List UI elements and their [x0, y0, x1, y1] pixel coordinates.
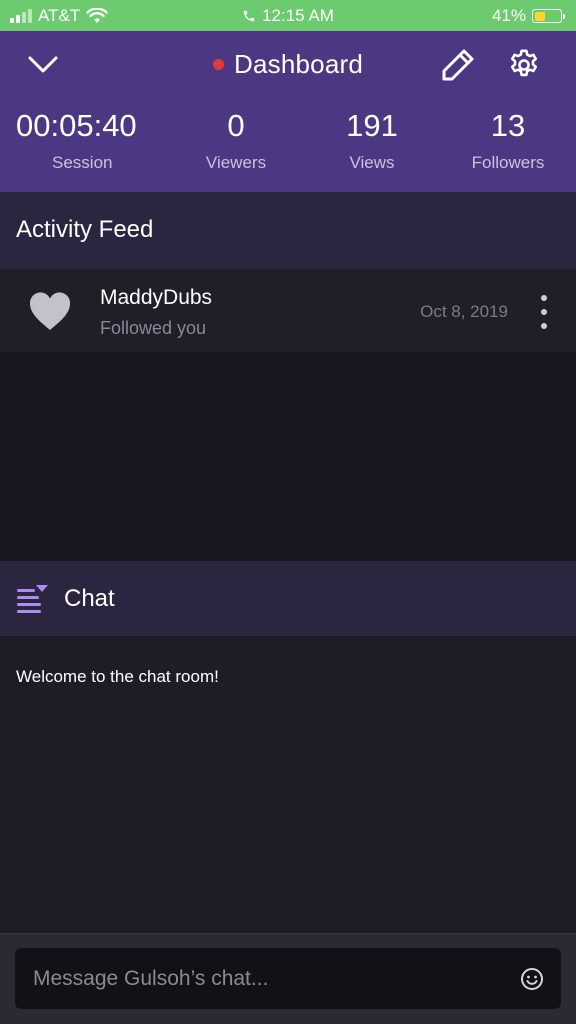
stat-label: Session	[52, 153, 113, 172]
stat-value: 191	[346, 108, 398, 143]
chat-header: Chat	[0, 561, 576, 637]
chat-message: Welcome to the chat room!	[16, 667, 219, 686]
phone-icon	[243, 10, 255, 22]
title-group: Dashboard	[0, 49, 576, 80]
chat-title: Chat	[64, 584, 115, 612]
pencil-icon	[442, 49, 474, 81]
stat-value: 13	[490, 108, 526, 143]
settings-button[interactable]	[504, 45, 544, 85]
clock-label: 12:15 AM	[262, 6, 334, 25]
edit-button[interactable]	[438, 45, 478, 85]
battery-percent: 41%	[491, 6, 526, 25]
chat-message-input[interactable]	[15, 948, 561, 1009]
stat-value: 0	[227, 108, 245, 143]
feed-empty-area	[0, 352, 576, 561]
activity-feed-header: Activity Feed	[0, 192, 576, 268]
gear-icon	[510, 49, 538, 77]
activity-feed-title: Activity Feed	[16, 216, 154, 243]
stat-followers: 13 Followers	[440, 107, 576, 173]
live-indicator	[213, 59, 224, 70]
list-item[interactable]: MaddyDubs Followed you Oct 8, 2019	[0, 268, 576, 352]
page-title: Dashboard	[234, 49, 363, 79]
battery-icon	[532, 9, 565, 23]
chat-messages: Welcome to the chat room!	[0, 637, 576, 933]
stats-row: 00:05:40 Session 0 Viewers 191 Views 13 …	[0, 107, 576, 173]
heart-icon	[29, 292, 71, 330]
stat-viewers: 0 Viewers	[168, 107, 304, 173]
feed-action: Followed you	[100, 318, 207, 338]
feed-username: MaddyDubs	[100, 286, 213, 309]
chat-input-bar	[0, 933, 576, 1024]
chat-list-icon	[17, 584, 48, 613]
stat-session: 00:05:40 Session	[16, 107, 152, 173]
stat-value: 00:05:40	[16, 108, 137, 143]
stat-views: 191 Views	[304, 107, 440, 173]
dashboard-header: Dashboard 00:05:40 Session 0 Viewers 191…	[0, 31, 576, 192]
status-bar: AT&T 12:15 AM 41%	[0, 0, 576, 31]
emoji-icon[interactable]	[520, 967, 544, 991]
stat-label: Views	[349, 153, 395, 172]
stat-label: Viewers	[205, 153, 267, 172]
feed-date: Oct 8, 2019	[420, 302, 508, 321]
stat-label: Followers	[471, 153, 545, 172]
more-options-icon[interactable]	[538, 295, 550, 329]
status-right: 41%	[491, 6, 565, 26]
status-center: 12:15 AM	[0, 6, 576, 26]
